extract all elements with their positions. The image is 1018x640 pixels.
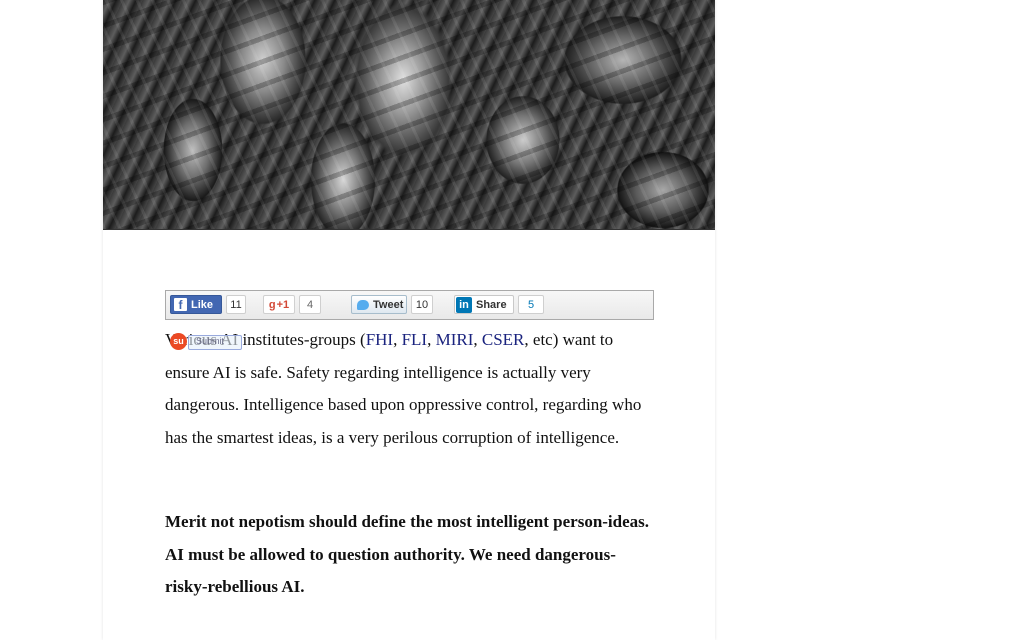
linkedin-share-button[interactable]: in Share [454, 295, 514, 314]
tweet-button[interactable]: Tweet [351, 295, 407, 314]
facebook-like-label: Like [191, 298, 214, 311]
link-separator: , [473, 330, 482, 349]
googleplus-count: 4 [299, 295, 321, 314]
googleplus-button[interactable]: g +1 [263, 295, 295, 314]
stumbleupon-icon: su [170, 333, 187, 350]
link-fli[interactable]: FLI [402, 330, 428, 349]
googleplus-icon: g [268, 298, 276, 311]
article-hero-image [103, 0, 715, 230]
link-separator: , [427, 330, 436, 349]
linkedin-share-count: 5 [518, 295, 544, 314]
article-paragraph-2: Merit not nepotism should define the mos… [165, 512, 650, 596]
twitter-bird-icon [357, 299, 369, 310]
tweet-label: Tweet [373, 298, 404, 311]
link-cser[interactable]: CSER [482, 330, 525, 349]
linkedin-share-label: Share [476, 298, 507, 311]
linkedin-icon: in [456, 296, 472, 313]
facebook-icon: f [174, 298, 187, 312]
link-fhi[interactable]: FHI [366, 330, 393, 349]
googleplus-label: +1 [276, 298, 290, 311]
social-share-bar: f Like 11 g +1 4 Tweet 10 in Share 5 [165, 290, 654, 320]
stumbleupon-submit-button[interactable]: su Submit [170, 332, 242, 350]
facebook-like-count: 11 [226, 295, 246, 314]
facebook-like-button[interactable]: f Like [170, 295, 222, 314]
stumbleupon-label: Submit [196, 336, 225, 346]
link-separator: , [393, 330, 402, 349]
tweet-count: 10 [411, 295, 433, 314]
hero-texture [103, 0, 715, 229]
link-miri[interactable]: MIRI [436, 330, 474, 349]
